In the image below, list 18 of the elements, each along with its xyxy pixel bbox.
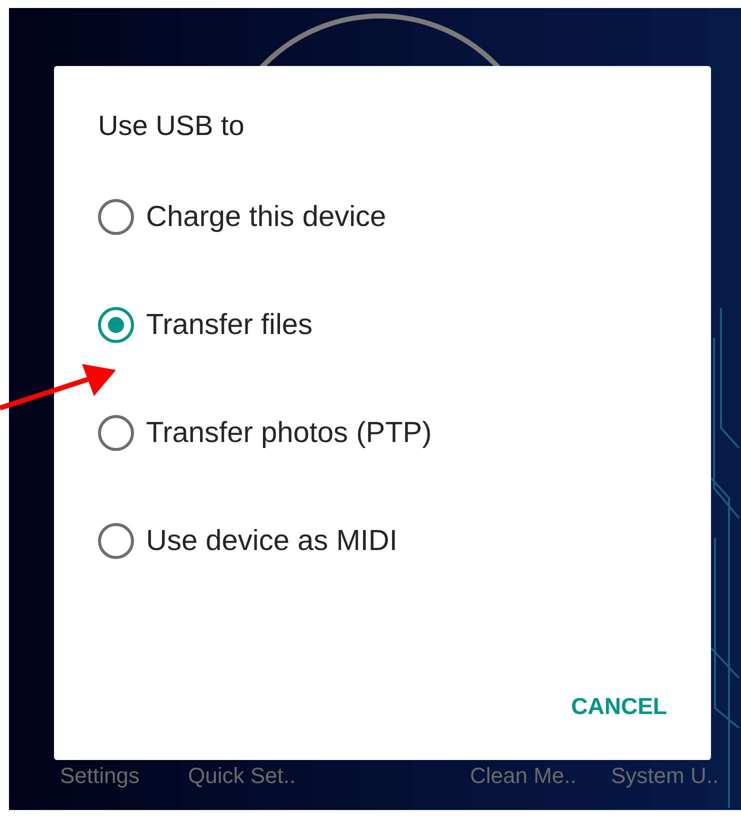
app-label[interactable]: Clean Me.. [470,763,611,789]
radio-button[interactable] [98,199,134,235]
radio-button[interactable] [98,307,134,343]
radio-button[interactable] [98,523,134,559]
radio-button[interactable] [98,415,134,451]
app-label[interactable]: System U.. [611,763,741,789]
radio-option[interactable]: Transfer photos (PTP) [98,414,711,452]
option-label: Use device as MIDI [146,524,398,558]
dialog-title: Use USB to [98,110,246,142]
app-label[interactable]: Quick Set.. [188,763,470,789]
cancel-button[interactable]: CANCEL [571,693,667,720]
option-label: Transfer files [146,308,313,342]
radio-option[interactable]: Charge this device [98,198,711,236]
option-label: Charge this device [146,200,386,234]
radio-option[interactable]: Use device as MIDI [98,522,711,560]
app-label[interactable]: Settings [60,763,188,789]
radio-option[interactable]: Transfer files [98,306,711,344]
option-label: Transfer photos (PTP) [146,416,432,450]
